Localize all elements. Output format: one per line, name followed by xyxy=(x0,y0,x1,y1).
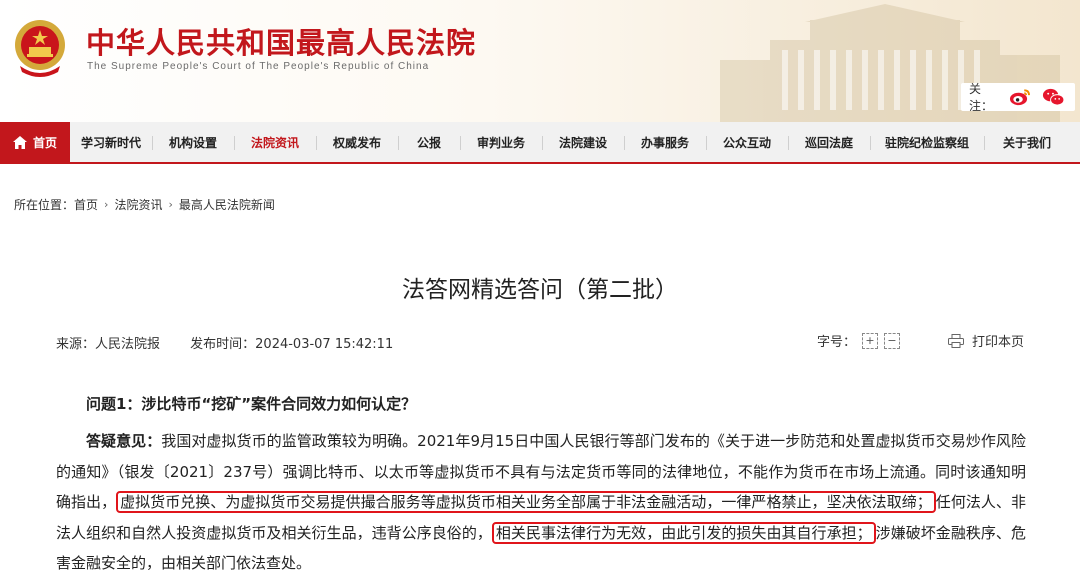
site-subtitle: The Supreme People's Court of The People… xyxy=(87,61,430,72)
nav-item-jigou[interactable]: 机构设置 xyxy=(152,122,234,162)
nav-item-fayuanzixun[interactable]: 法院资讯 xyxy=(234,122,316,162)
printer-icon[interactable] xyxy=(948,333,965,348)
article-source: 来源：人民法院报 xyxy=(56,337,161,352)
site-header: 中华人民共和国最高人民法院 The Supreme People's Court… xyxy=(0,0,1080,122)
nav-item-quanwei[interactable]: 权威发布 xyxy=(316,122,398,162)
nav-item-hudong[interactable]: 公众互动 xyxy=(706,122,788,162)
nav-item-banshi[interactable]: 办事服务 xyxy=(624,122,706,162)
weibo-icon[interactable] xyxy=(1009,85,1032,109)
nav-item-xuexi[interactable]: 学习新时代 xyxy=(70,122,152,162)
nav-item-jianshe[interactable]: 法院建设 xyxy=(542,122,624,162)
nav-item-xunhui[interactable]: 巡回法庭 xyxy=(788,122,870,162)
font-size-label: 字号： xyxy=(817,335,857,350)
nav-item-gongbao[interactable]: 公报 xyxy=(398,122,460,162)
home-icon xyxy=(12,135,27,149)
wechat-icon[interactable] xyxy=(1042,85,1065,109)
national-emblem xyxy=(15,20,65,77)
follow-label: 关注： xyxy=(969,82,994,113)
site-title: 中华人民共和国最高人民法院 xyxy=(86,26,477,60)
question-heading: 问题1：涉比特币“挖矿”案件合同效力如何认定？ xyxy=(86,395,417,413)
chevron-right-icon: › xyxy=(168,198,173,211)
article-published: 发布时间：2024-03-07 15:42:11 xyxy=(190,337,394,352)
nav-item-jijian[interactable]: 驻院纪检监察组 xyxy=(870,122,984,162)
follow-bar: 关注： xyxy=(961,82,1075,113)
main-nav: 首页 学习新时代 机构设置 法院资讯 权威发布 公报 审判业务 法院建设 办事服… xyxy=(0,122,1080,164)
highlight-box-2: 相关民事法律行为无效，由此引发的损失由其自行承担； xyxy=(491,521,876,544)
answer-lead: 答疑意见： xyxy=(86,432,162,450)
article-title: 法答网精选答问（第二批） xyxy=(402,277,678,303)
nav-item-guanyu[interactable]: 关于我们 xyxy=(984,122,1070,162)
font-decrease-button[interactable]: − xyxy=(884,332,901,349)
breadcrumb-home[interactable]: 首页 xyxy=(74,196,98,213)
article-tools: 字号： + − 打印本页 xyxy=(817,331,1024,350)
breadcrumb: 所在位置： 首页 › 法院资讯 › 最高人民法院新闻 xyxy=(14,196,275,213)
nav-home-label: 首页 xyxy=(32,135,57,150)
breadcrumb-fayuanzixun[interactable]: 法院资讯 xyxy=(114,196,162,213)
highlight-box-1: 虚拟货币兑换、为虚拟货币交易提供撮合服务等虚拟货币相关业务全部属于非法金融活动，… xyxy=(116,491,936,513)
nav-home[interactable]: 首页 xyxy=(0,122,70,162)
print-page-link[interactable]: 打印本页 xyxy=(972,331,1024,350)
answer-paragraph: 答疑意见：我国对虚拟货币的监管政策较为明确。2021年9月15日中国人民银行等部… xyxy=(56,426,1026,579)
breadcrumb-news[interactable]: 最高人民法院新闻 xyxy=(179,196,275,213)
breadcrumb-prefix: 所在位置： xyxy=(14,198,75,212)
nav-item-shenpan[interactable]: 审判业务 xyxy=(460,122,542,162)
font-increase-button[interactable]: + xyxy=(862,332,879,349)
chevron-right-icon: › xyxy=(104,198,109,211)
article-meta: 来源：人民法院报 发布时间：2024-03-07 15:42:11 xyxy=(56,333,393,352)
